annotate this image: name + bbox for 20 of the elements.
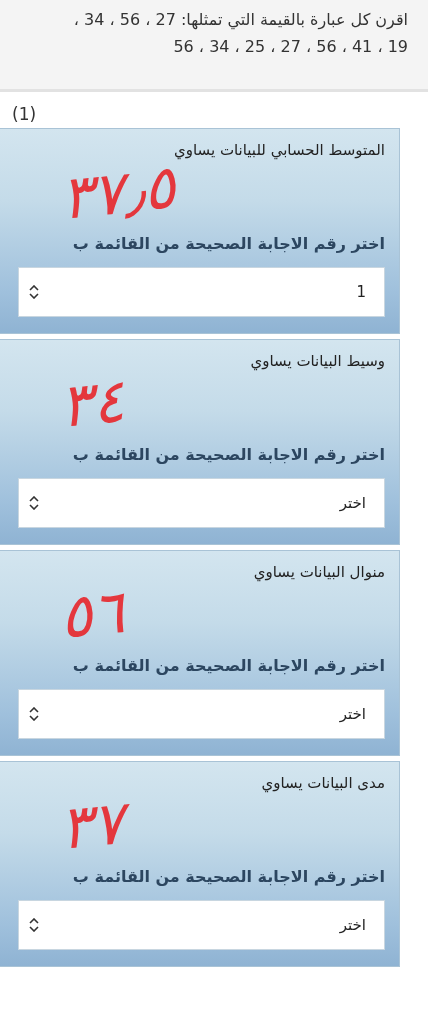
- question-prompt: المتوسط الحسابي للبيانات يساوي: [173, 140, 385, 161]
- part-label: (1): [11, 103, 38, 126]
- updown-icon: [29, 285, 39, 299]
- instruction-text: اختر رقم الاجابة الصحيحة من القائمة ب: [71, 444, 385, 466]
- updown-icon: [29, 918, 39, 932]
- answer-select[interactable]: اختر: [18, 478, 385, 528]
- updown-icon: [29, 496, 39, 510]
- updown-icon: [29, 707, 39, 721]
- question-prompt: مدى البيانات يساوي: [260, 773, 385, 794]
- instruction-text: اختر رقم الاجابة الصحيحة من القائمة ب: [71, 233, 385, 255]
- question-prompt: وسيط البيانات يساوي: [249, 351, 385, 372]
- answer-select[interactable]: اختر: [18, 689, 385, 739]
- question-prompt: منوال البيانات يساوي: [252, 562, 385, 583]
- answer-select[interactable]: 1: [18, 267, 385, 317]
- handwritten-answer: ٣٤: [57, 369, 127, 437]
- question-text: اقرن كل عبارة بالقيمة التي تمثلها: 27 ، 56 ، 34 ، 19 ، 41 ، 56 ، 27 ، 25 ، 34 ، 56: [72, 9, 408, 58]
- handwritten-answer: ٥٦: [57, 580, 127, 648]
- answer-select[interactable]: اختر: [18, 900, 385, 950]
- instruction-text: اختر رقم الاجابة الصحيحة من القائمة ب: [71, 866, 385, 888]
- instruction-text: اختر رقم الاجابة الصحيحة من القائمة ب: [71, 655, 385, 677]
